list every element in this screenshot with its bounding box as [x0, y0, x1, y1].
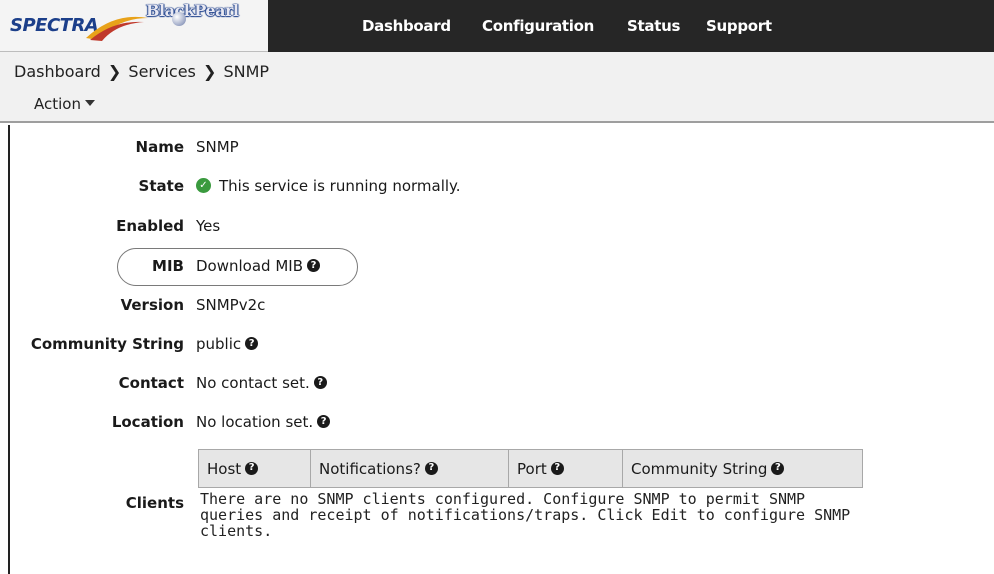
breadcrumb-current: SNMP [223, 62, 270, 81]
question-circle-icon[interactable]: ? [313, 376, 327, 389]
question-circle-icon[interactable]: ? [771, 461, 785, 475]
question-circle-icon[interactable]: ? [550, 461, 564, 475]
content-border [8, 125, 10, 574]
nav-configuration[interactable]: Configuration [482, 17, 594, 35]
question-circle-icon[interactable]: ? [317, 415, 331, 428]
action-menu-label: Action [34, 95, 81, 113]
contact-value: No contact set.? [196, 374, 327, 392]
question-circle-icon[interactable]: ? [307, 259, 320, 272]
col-port[interactable]: Port? [508, 449, 623, 488]
nav-status[interactable]: Status [627, 17, 680, 35]
download-mib-link[interactable]: Download MIB [196, 257, 303, 275]
breadcrumb-dashboard[interactable]: Dashboard [14, 62, 101, 81]
caret-down-icon [84, 99, 95, 106]
contact-text: No contact set. [196, 374, 310, 392]
mib-value: Download MIB? [196, 257, 320, 275]
name-value: SNMP [196, 138, 239, 156]
location-value: No location set.? [196, 413, 331, 431]
version-label: Version [120, 296, 184, 314]
clients-empty-message: There are no SNMP clients configured. Co… [200, 490, 851, 540]
top-navbar: SPECTRA BlackPearl Dashboard Configurati… [0, 0, 994, 52]
location-label: Location [111, 413, 184, 431]
brand-product: BlackPearl [146, 1, 239, 20]
nav-support[interactable]: Support [706, 17, 772, 35]
col-community-string[interactable]: Community String? [622, 449, 863, 488]
state-value: ✓ This service is running normally. [196, 177, 461, 195]
enabled-value: Yes [196, 217, 221, 235]
breadcrumb-separator-icon: ❯ [202, 62, 217, 81]
community-string-text: public [196, 335, 242, 353]
action-menu-button[interactable]: Action [34, 95, 95, 113]
col-host[interactable]: Host? [198, 449, 311, 488]
breadcrumb: Dashboard ❯ Services ❯ SNMP [14, 62, 269, 81]
sub-header: Dashboard ❯ Services ❯ SNMP Action [0, 52, 994, 123]
brand-logo[interactable]: SPECTRA BlackPearl [0, 0, 268, 52]
pearl-icon [172, 12, 186, 26]
question-circle-icon[interactable]: ? [245, 461, 259, 475]
breadcrumb-separator-icon: ❯ [107, 62, 122, 81]
col-notifications[interactable]: Notifications?? [310, 449, 509, 488]
state-text: This service is running normally. [219, 177, 461, 195]
location-text: No location set. [196, 413, 314, 431]
nav-dashboard[interactable]: Dashboard [362, 17, 451, 35]
community-string-label: Community String [30, 335, 184, 353]
community-string-value: public? [196, 335, 259, 353]
mib-label: MIB [152, 257, 184, 275]
breadcrumb-services[interactable]: Services [128, 62, 195, 81]
question-circle-icon[interactable]: ? [245, 337, 259, 350]
clients-table: Host? Notifications?? Port? Community St… [198, 449, 863, 488]
clients-label: Clients [125, 494, 184, 512]
state-label: State [138, 177, 184, 195]
check-circle-icon: ✓ [196, 178, 211, 193]
logo-swoosh-icon [86, 16, 148, 41]
clients-table-header: Host? Notifications?? Port? Community St… [198, 449, 863, 488]
contact-label: Contact [118, 374, 184, 392]
name-label: Name [135, 138, 184, 156]
question-circle-icon[interactable]: ? [424, 461, 438, 475]
enabled-label: Enabled [116, 217, 184, 235]
version-value: SNMPv2c [196, 296, 266, 314]
